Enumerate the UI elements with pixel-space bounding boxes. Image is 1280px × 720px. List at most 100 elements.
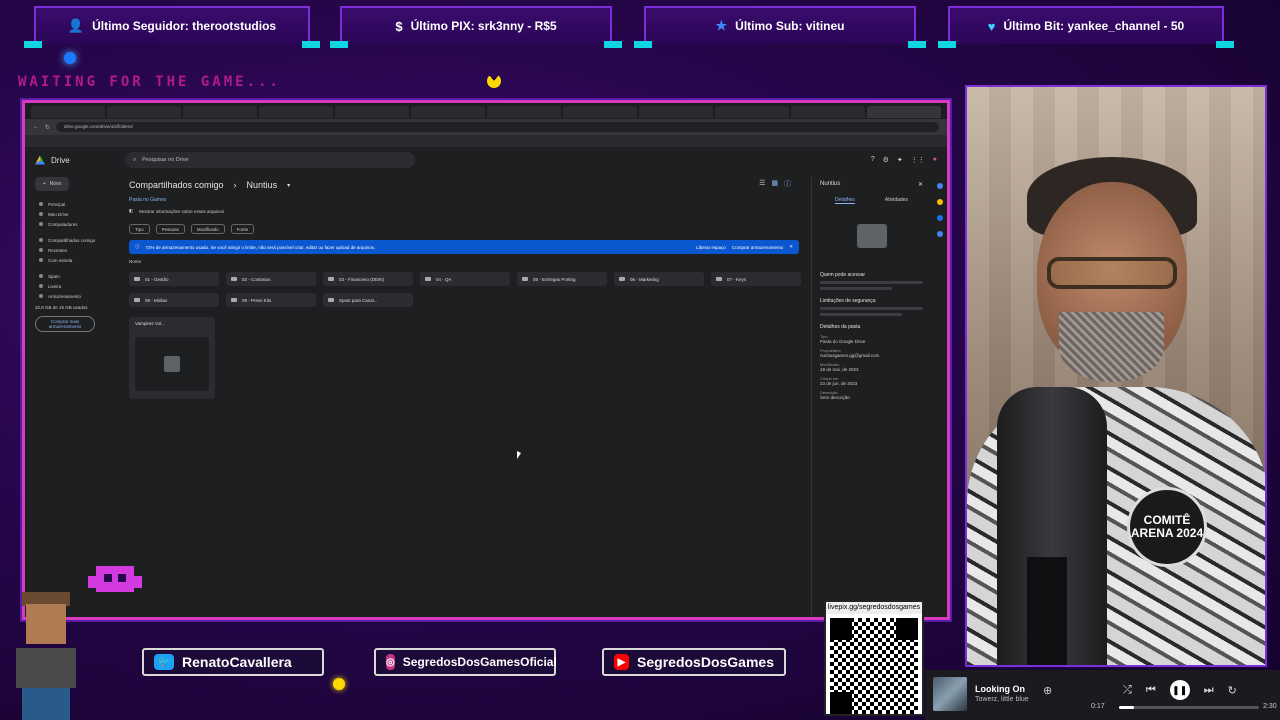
previous-icon[interactable]: ⏮	[1146, 684, 1156, 697]
livepix-qr: livepix.gg/segredosdosgames	[824, 600, 924, 716]
sidebar-item-computers[interactable]: Computadores	[35, 219, 125, 229]
sidebar-item-spam[interactable]: Spam	[35, 271, 125, 281]
drive-label: Drive	[51, 155, 70, 165]
tasks-icon[interactable]	[937, 215, 943, 221]
sidebar-item-home[interactable]: Principal	[35, 199, 125, 209]
gemini-icon[interactable]: ✦	[897, 156, 903, 164]
pixel-character-icon	[4, 592, 88, 720]
tab-details[interactable]: Detalhes	[835, 197, 855, 204]
folder-item[interactable]: 04 - QA	[420, 272, 510, 286]
new-button[interactable]: + Novo	[35, 177, 69, 191]
browser-tab[interactable]	[563, 106, 637, 118]
folder-item[interactable]: 08 - Mídias	[129, 293, 219, 307]
breadcrumb-root[interactable]: Compartilhados comigo	[129, 180, 224, 190]
folder-label: 01 - Gestão	[145, 276, 169, 282]
tab-activity[interactable]: Atividades	[885, 197, 908, 204]
browser-tab[interactable]	[715, 106, 789, 118]
folder-item[interactable]: Spots para Canal...	[323, 293, 413, 307]
calendar-icon[interactable]	[937, 183, 943, 189]
folder-item[interactable]: 09 - Press Kits	[226, 293, 316, 307]
contacts-icon[interactable]	[937, 231, 943, 237]
back-icon[interactable]: ←	[33, 124, 39, 130]
banner-dismiss[interactable]: Liberar espaço	[696, 245, 726, 250]
detail-created: Criado em 23 de jun. de 2023	[820, 376, 923, 386]
folder-icon	[328, 298, 334, 302]
sidebar-item-starred[interactable]: Com estrela	[35, 255, 125, 265]
keep-icon[interactable]	[937, 199, 943, 205]
comite-arena-logo: COMITÊ ARENA 2024	[1127, 487, 1207, 567]
sidebar-item-recent[interactable]: Recentes	[35, 245, 125, 255]
list-view-icon[interactable]: ☰	[759, 179, 765, 189]
youtube-handle: SegredosDosGames	[637, 654, 774, 670]
folder-label: 09 - Press Kits	[242, 297, 272, 303]
browser-tab[interactable]	[411, 106, 485, 118]
close-icon[interactable]: ✕	[789, 244, 793, 250]
folder-item[interactable]: 05 - Entregas Porting	[517, 272, 607, 286]
folder-item[interactable]: 01 - Gestão	[129, 272, 219, 286]
gear-icon[interactable]: ⚙	[883, 156, 889, 164]
help-icon[interactable]: ?	[871, 156, 875, 164]
instagram-icon: ◎	[386, 654, 395, 670]
folder-item[interactable]: 06 - Marketing	[614, 272, 704, 286]
info-icon[interactable]: ⓘ	[784, 179, 791, 189]
shuffle-icon[interactable]: ⤮	[1123, 684, 1132, 697]
search-input[interactable]: ⌕ Pesquisar no Drive	[125, 152, 415, 168]
sidebar-label: Spam	[48, 273, 60, 279]
file-title: Vampires Vol...	[135, 321, 165, 326]
repeat-icon[interactable]: ↻	[1228, 684, 1237, 697]
breadcrumb-current[interactable]: Nuntius	[247, 180, 278, 190]
detail-value: 23 de jun. de 2023	[820, 381, 858, 386]
folder-icon	[619, 277, 625, 281]
grid-view-icon[interactable]: ▦	[771, 179, 778, 189]
close-icon[interactable]: ✕	[918, 181, 923, 188]
browser-tab[interactable]	[639, 106, 713, 118]
detail-value[interactable]: Sem descrição	[820, 395, 923, 400]
details-header: Nuntius ✕	[820, 177, 923, 191]
browser-tab[interactable]	[487, 106, 561, 118]
webcam-feed: COMITÊ ARENA 2024	[965, 85, 1267, 667]
pause-button[interactable]: ❚❚	[1169, 680, 1190, 700]
browser-tab[interactable]	[335, 106, 409, 118]
info-circle-icon: ⓘ	[135, 244, 140, 249]
reload-icon[interactable]: ↻	[45, 124, 50, 131]
instagram-handle: SegredosDosGamesOficial	[402, 655, 557, 669]
filter-modified[interactable]: Modificado	[190, 224, 225, 234]
browser-tab[interactable]	[259, 106, 333, 118]
folder-item[interactable]: 02 - Contratos	[226, 272, 316, 286]
browser-tab[interactable]	[791, 106, 865, 118]
filter-people[interactable]: Pessoas	[155, 224, 185, 234]
file-card[interactable]: Vampires Vol...	[129, 317, 215, 399]
folder-icon	[231, 298, 237, 302]
drive-logo[interactable]: Drive	[35, 155, 115, 165]
folder-item[interactable]: 07 - Keys	[711, 272, 801, 286]
info-row[interactable]: ◧ Mostrar informações sobre esses arquiv…	[129, 208, 799, 214]
browser-tab[interactable]	[31, 106, 105, 118]
browser-tab[interactable]	[183, 106, 257, 118]
banner-action[interactable]: Comprar armazenamento	[732, 245, 783, 250]
sidebar-label: Lixeira	[48, 283, 62, 289]
sidebar-item-trash[interactable]: Lixeira	[35, 281, 125, 291]
shared-by[interactable]: Pasta no Games	[129, 197, 799, 203]
sidebar-item-my-drive[interactable]: Meu Drive	[35, 209, 125, 219]
sidebar-label: Computadores	[48, 221, 78, 227]
add-icon[interactable]: ⊕	[1043, 684, 1052, 697]
song-title: Looking On	[975, 684, 1025, 694]
clock-icon	[39, 248, 43, 252]
sidebar-item-storage[interactable]: Armazenamento	[35, 291, 125, 301]
browser-tab[interactable]	[107, 106, 181, 118]
pacman-icon	[487, 74, 501, 88]
sidebar-item-shared[interactable]: Compartilhados comigo	[35, 235, 125, 245]
next-icon[interactable]: ⏭	[1204, 684, 1214, 697]
avatar[interactable]: ●	[933, 156, 937, 164]
progress-bar[interactable]	[1119, 706, 1259, 709]
url-input[interactable]: drive.google.com/drive/u/2/folders/	[56, 122, 939, 132]
folder-item[interactable]: 03 - Financeiro (DEIN)	[323, 272, 413, 286]
buy-storage-button[interactable]: Comprar mais armazenamento	[35, 316, 95, 332]
filter-source[interactable]: Fonte	[230, 224, 255, 234]
filter-type[interactable]: Tipo	[129, 224, 150, 234]
detail-modified: Modificado 18 de mai. de 2023	[820, 362, 923, 372]
browser-window: ← ↻ drive.google.com/drive/u/2/folders/ …	[22, 100, 950, 620]
apps-icon[interactable]: ⋮⋮	[911, 156, 925, 164]
name-header[interactable]: Nome	[129, 259, 799, 264]
browser-tab-active[interactable]	[867, 106, 941, 118]
